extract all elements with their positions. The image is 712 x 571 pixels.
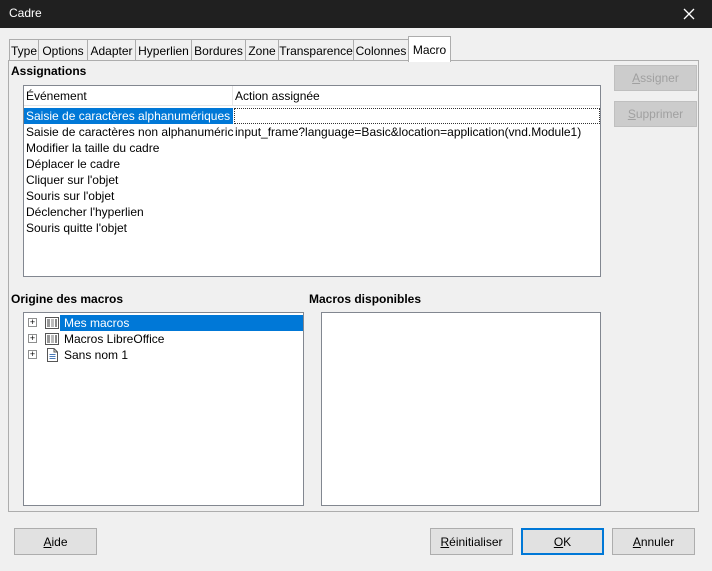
table-row[interactable]: Saisie de caractères alphanumériques xyxy=(24,108,600,124)
title-bar: Cadre xyxy=(0,0,712,28)
close-button[interactable] xyxy=(666,0,712,28)
tree-item-label: Sans nom 1 xyxy=(64,348,129,362)
expand-icon[interactable]: + xyxy=(28,350,37,359)
table-header: Événement Action assignée xyxy=(24,86,600,106)
tab-hyperlien[interactable]: Hyperlien xyxy=(135,39,192,61)
available-macros-label: Macros disponibles xyxy=(309,292,422,306)
column-header-event[interactable]: Événement xyxy=(26,89,87,103)
row-event: Saisie de caractères non alphanuméric xyxy=(26,125,234,139)
row-action: input_frame?language=Basic&location=appl… xyxy=(235,125,582,139)
tab-options[interactable]: Options xyxy=(38,39,88,61)
table-row[interactable]: Souris quitte l'objet xyxy=(24,220,600,236)
tree-item-sans-nom-1[interactable]: + Sans nom 1 xyxy=(24,347,303,363)
tab-macro[interactable]: Macro xyxy=(408,36,451,62)
tree-item-label: Macros LibreOffice xyxy=(64,332,165,346)
column-header-action[interactable]: Action assignée xyxy=(235,89,320,103)
tree-item-label: Mes macros xyxy=(64,316,130,330)
assignations-table[interactable]: Événement Action assignée Saisie de cara… xyxy=(23,85,601,277)
tab-type[interactable]: Type xyxy=(9,39,39,61)
remove-button[interactable]: Supprimer xyxy=(614,101,697,127)
close-icon xyxy=(683,8,695,20)
row-event: Déclencher l'hyperlien xyxy=(26,205,144,219)
available-macros-list[interactable] xyxy=(321,312,601,506)
window-title: Cadre xyxy=(9,6,42,20)
macro-origin-label: Origine des macros xyxy=(11,292,124,306)
library-icon xyxy=(45,333,59,345)
table-row[interactable]: Cliquer sur l'objet xyxy=(24,172,600,188)
table-row[interactable]: Saisie de caractères non alphanuméric in… xyxy=(24,124,600,140)
row-event: Cliquer sur l'objet xyxy=(26,173,119,187)
assignations-label: Assignations xyxy=(11,64,87,78)
table-row[interactable]: Modifier la taille du cadre xyxy=(24,140,600,156)
tab-bordures[interactable]: Bordures xyxy=(191,39,246,61)
column-separator[interactable] xyxy=(232,86,233,106)
row-event: Souris quitte l'objet xyxy=(26,221,128,235)
tree-item-macros-libreoffice[interactable]: + Macros LibreOffice xyxy=(24,331,303,347)
table-row[interactable]: Déplacer le cadre xyxy=(24,156,600,172)
row-event: Déplacer le cadre xyxy=(26,157,121,171)
library-icon xyxy=(45,317,59,329)
expand-icon[interactable]: + xyxy=(28,318,37,327)
row-event: Modifier la taille du cadre xyxy=(26,141,160,155)
ok-button[interactable]: OK xyxy=(521,528,604,555)
macro-origin-tree[interactable]: + Mes macros + Macros LibreOffice + Sans… xyxy=(23,312,304,506)
cancel-button[interactable]: Annuler xyxy=(612,528,695,555)
row-event: Souris sur l'objet xyxy=(26,189,115,203)
row-event: Saisie de caractères alphanumériques xyxy=(26,109,231,123)
reset-button[interactable]: Réinitialiser xyxy=(430,528,513,555)
tab-zone[interactable]: Zone xyxy=(245,39,279,61)
table-row[interactable]: Déclencher l'hyperlien xyxy=(24,204,600,220)
document-icon xyxy=(47,348,58,362)
tab-colonnes[interactable]: Colonnes xyxy=(353,39,409,61)
assign-button[interactable]: Assigner xyxy=(614,65,697,91)
tab-adapter[interactable]: Adapter xyxy=(87,39,136,61)
table-row[interactable]: Souris sur l'objet xyxy=(24,188,600,204)
expand-icon[interactable]: + xyxy=(28,334,37,343)
row-focus-outline xyxy=(234,108,600,124)
tab-transparence[interactable]: Transparence xyxy=(278,39,354,61)
help-button[interactable]: Aide xyxy=(14,528,97,555)
tree-item-mes-macros[interactable]: + Mes macros xyxy=(24,315,303,331)
